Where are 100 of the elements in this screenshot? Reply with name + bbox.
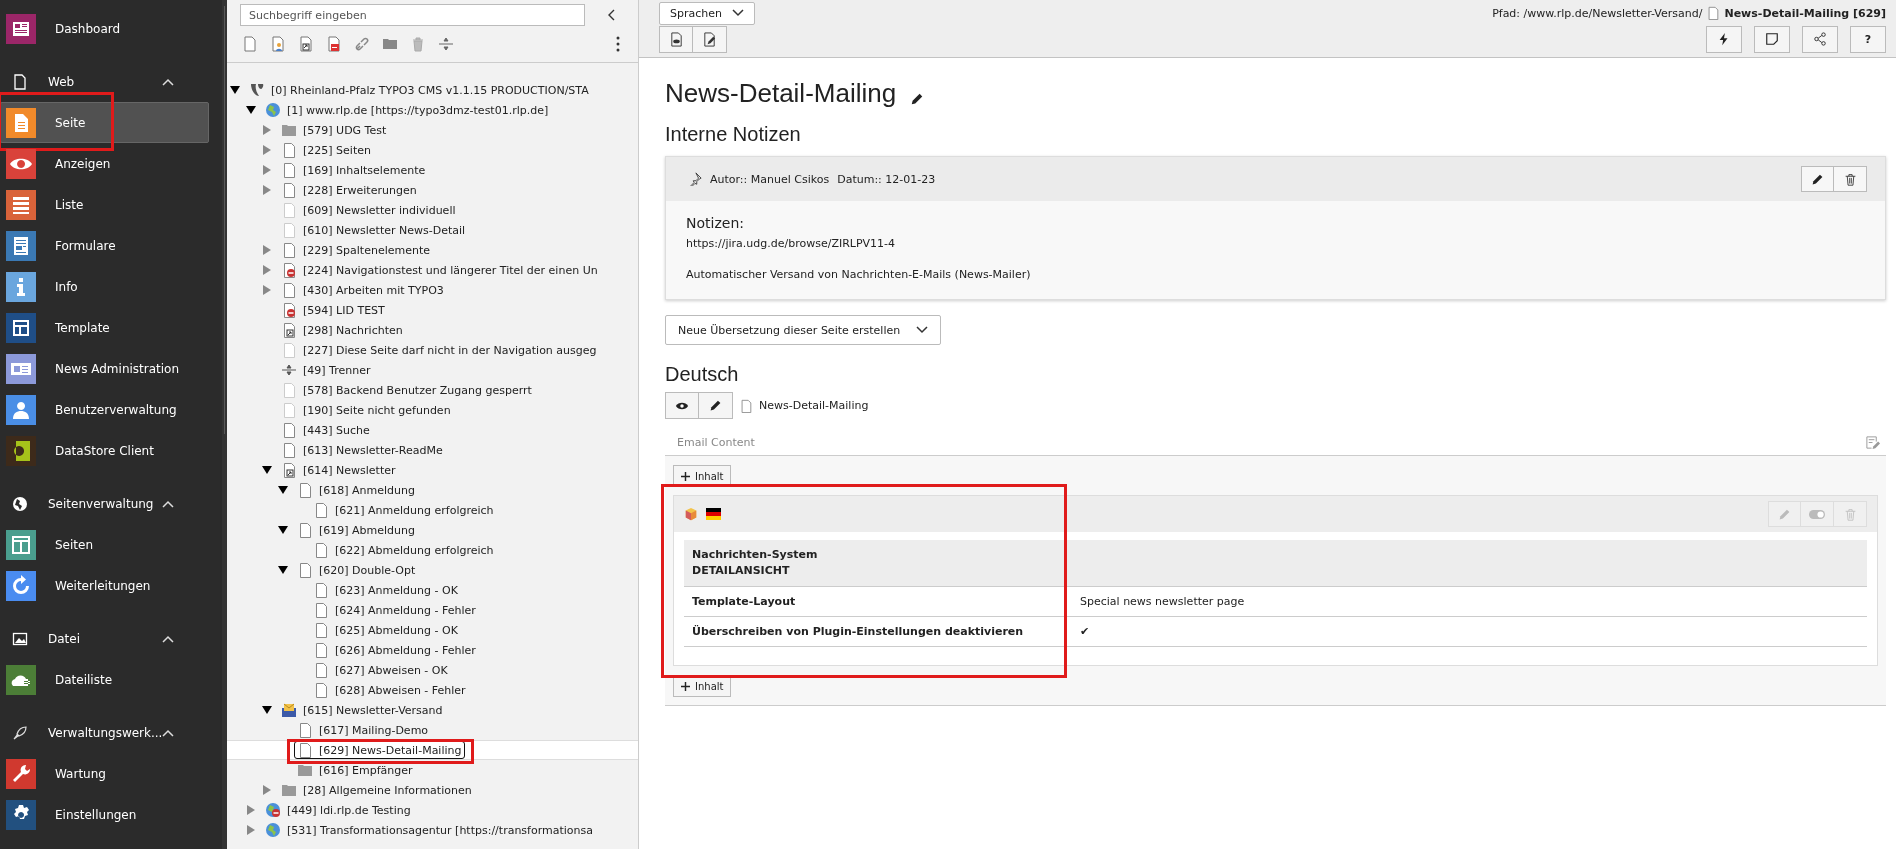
edit-button[interactable]	[699, 392, 733, 419]
page-exit-icon[interactable]	[326, 36, 342, 52]
scrollbar[interactable]	[222, 0, 227, 849]
toggle-icon[interactable]	[262, 145, 272, 155]
toggle-icon[interactable]	[278, 525, 288, 535]
module-item[interactable]: DataStore Client	[0, 430, 210, 471]
tree-node[interactable]: [614] Newsletter	[227, 460, 638, 480]
module-item[interactable]: Einstellungen	[0, 794, 210, 835]
tree-node[interactable]: [613] Newsletter-ReadMe	[227, 440, 638, 460]
clear-cache-button[interactable]	[1706, 25, 1742, 53]
toggle-icon[interactable]	[262, 705, 272, 715]
tree-node[interactable]: [615] Newsletter-Versand	[227, 700, 638, 720]
toggle-icon[interactable]	[262, 185, 272, 195]
module-item[interactable]: Info	[0, 266, 210, 307]
tree-node[interactable]: [190] Seite nicht gefunden	[227, 400, 638, 420]
tree-node[interactable]: [620] Double-Opt	[227, 560, 638, 580]
module-item[interactable]: Seite	[0, 102, 210, 143]
module-group-header[interactable]: Verwaltungswerk...	[0, 712, 223, 753]
tree-node[interactable]: [169] Inhaltselemente	[227, 160, 638, 180]
page-shortcut-icon[interactable]	[298, 36, 314, 52]
toggle-icon[interactable]	[262, 265, 272, 275]
toggle-icon[interactable]	[230, 85, 240, 95]
tree-node[interactable]: [628] Abweisen - Fehler	[227, 680, 638, 700]
toggle-icon[interactable]	[262, 465, 272, 475]
tree-node[interactable]: [227] Diese Seite darf nicht in der Navigation ausgeg	[227, 340, 638, 360]
tree-node[interactable]: [228] Erweiterungen	[227, 180, 638, 200]
add-content-button[interactable]: Inhalt	[673, 465, 732, 487]
module-item[interactable]: Formulare	[0, 225, 210, 266]
tree-node[interactable]: [625] Abmeldung - OK	[227, 620, 638, 640]
tree-node[interactable]: [624] Anmeldung - Fehler	[227, 600, 638, 620]
tree-node[interactable]: [0] Rheinland-Pfalz TYPO3 CMS v1.1.15 PRODUCTION/STA	[227, 80, 638, 100]
toggle-icon[interactable]	[278, 565, 288, 575]
toggle-icon[interactable]	[262, 785, 272, 795]
tree-node[interactable]: [619] Abmeldung	[227, 520, 638, 540]
module-item[interactable]: Liste	[0, 184, 210, 225]
edit-page-button[interactable]	[693, 25, 727, 53]
tree-node[interactable]: [617] Mailing-Demo	[227, 720, 638, 740]
separator-icon[interactable]	[438, 36, 454, 52]
tree-node[interactable]: [1] www.rlp.de [https://typo3dmz-test01.rlp.de]	[227, 100, 638, 120]
tree-node[interactable]: [430] Arbeiten mit TYPO3	[227, 280, 638, 300]
tree-node[interactable]: [626] Abmeldung - Fehler	[227, 640, 638, 660]
view-page-button[interactable]	[659, 25, 693, 53]
module-item[interactable]: Wartung	[0, 753, 210, 794]
edit-button[interactable]	[1801, 166, 1834, 192]
tree-node[interactable]: [298] Nachrichten	[227, 320, 638, 340]
tree-node[interactable]: [449] ldi.rlp.de Testing	[227, 800, 638, 820]
language-dropdown[interactable]: Sprachen	[659, 1, 755, 25]
help-button[interactable]: ?	[1850, 25, 1886, 53]
module-group-header[interactable]: Seitenverwaltung	[0, 483, 223, 524]
tree-node[interactable]: [229] Spaltenelemente	[227, 240, 638, 260]
translation-dropdown[interactable]: Neue Übersetzung dieser Seite erstellen	[665, 315, 942, 345]
toggle-visibility-button[interactable]	[1801, 501, 1834, 527]
module-item[interactable]: News Administration	[0, 348, 210, 389]
tree-node[interactable]: [594] LID TEST	[227, 300, 638, 320]
module-item[interactable]: Dashboard	[0, 8, 210, 49]
module-item[interactable]: Template	[0, 307, 210, 348]
tree-node[interactable]: [627] Abweisen - OK	[227, 660, 638, 680]
tree-node[interactable]: [610] Newsletter News-Detail	[227, 220, 638, 240]
toggle-icon[interactable]	[262, 125, 272, 135]
edit-column-icon[interactable]	[1865, 434, 1880, 450]
toggle-icon[interactable]	[278, 485, 288, 495]
collapse-icon[interactable]	[607, 9, 617, 21]
toggle-icon[interactable]	[246, 825, 256, 835]
module-item[interactable]: Dateiliste	[0, 659, 210, 700]
share-button[interactable]	[1802, 25, 1838, 53]
toggle-icon[interactable]	[262, 285, 272, 295]
tree-node[interactable]: [621] Anmeldung erfolgreich	[227, 500, 638, 520]
tree-node[interactable]: [622] Abmeldung erfolgreich	[227, 540, 638, 560]
tree-node[interactable]: [49] Trenner	[227, 360, 638, 380]
toggle-icon[interactable]	[246, 105, 256, 115]
module-group-header[interactable]: Datei	[0, 618, 223, 659]
toggle-icon[interactable]	[262, 165, 272, 175]
note-button[interactable]	[1754, 25, 1790, 53]
module-item[interactable]: Seiten	[0, 524, 210, 565]
toggle-icon[interactable]	[246, 805, 256, 815]
module-item[interactable]: Weiterleitungen	[0, 565, 210, 606]
search-field[interactable]: Suchbegriff eingeben	[240, 4, 585, 26]
page-user-icon[interactable]	[270, 36, 286, 52]
more-icon[interactable]	[616, 36, 620, 52]
tree-node[interactable]: [609] Newsletter individuell	[227, 200, 638, 220]
tree-node[interactable]: [225] Seiten	[227, 140, 638, 160]
toggle-icon[interactable]	[262, 245, 272, 255]
tree-node[interactable]: [224] Navigationstest und längerer Titel der einen Un	[227, 260, 638, 280]
folder-icon[interactable]	[382, 36, 398, 52]
tree-node[interactable]: [28] Allgemeine Informationen	[227, 780, 638, 800]
tree-node[interactable]: [579] UDG Test	[227, 120, 638, 140]
module-item[interactable]: Benutzerverwaltung	[0, 389, 210, 430]
tree-node[interactable]: [443] Suche	[227, 420, 638, 440]
view-button[interactable]	[665, 392, 699, 419]
tree-node[interactable]: [531] Transformationsagentur [https://transformationsa	[227, 820, 638, 840]
link-icon[interactable]	[354, 36, 370, 52]
tree-node[interactable]: [578] Backend Benutzer Zugang gesperrt	[227, 380, 638, 400]
new-page-icon[interactable]	[242, 36, 258, 52]
tree-node[interactable]: [618] Anmeldung	[227, 480, 638, 500]
tree-node[interactable]: [616] Empfänger	[227, 760, 638, 780]
delete-button[interactable]	[1834, 166, 1867, 192]
module-group-header[interactable]: Web	[0, 61, 223, 102]
tree-node[interactable]: [623] Anmeldung - OK	[227, 580, 638, 600]
pencil-icon[interactable]	[910, 91, 925, 106]
module-item[interactable]: Anzeigen	[0, 143, 210, 184]
